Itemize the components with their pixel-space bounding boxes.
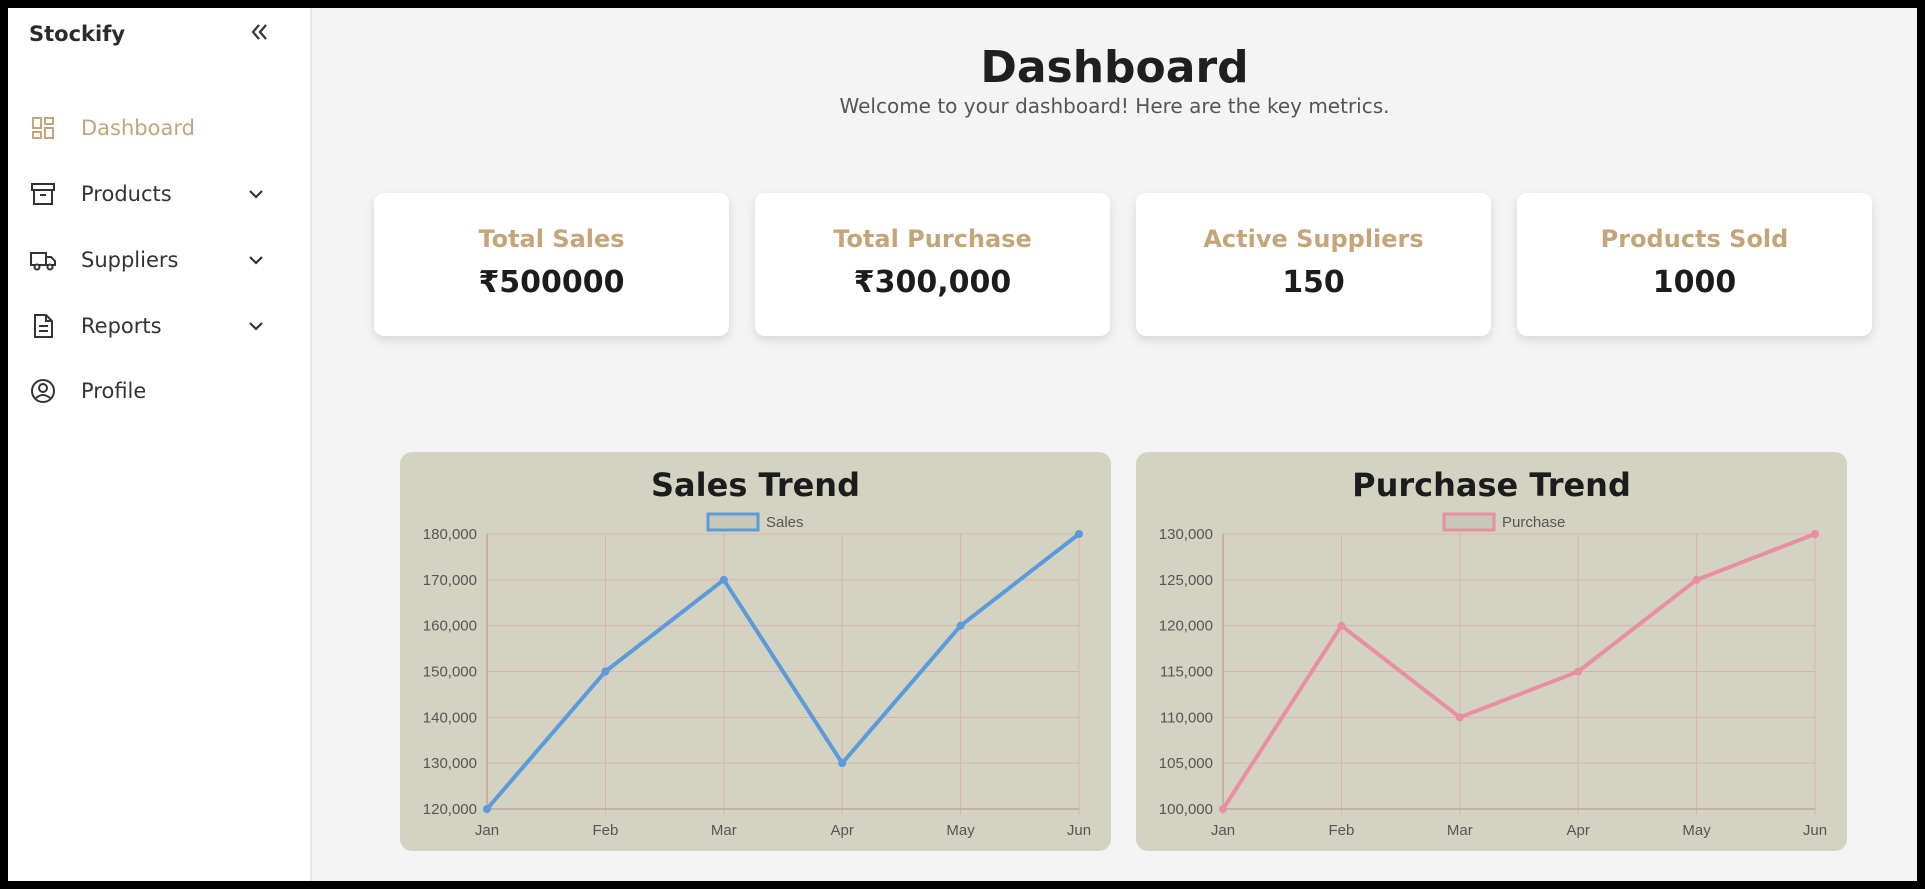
metric-value: ₹300,000 xyxy=(853,265,1012,300)
sales-trend-chart: Sales Trend Sales 180,000 170,000 160,000 15… xyxy=(400,452,1111,851)
y-tick-label: 120,000 xyxy=(1159,618,1213,635)
dashboard-icon xyxy=(32,117,54,139)
y-tick-label: 125,000 xyxy=(1159,572,1213,589)
brand-logo[interactable]: Stockify xyxy=(29,22,125,46)
chevron-down-icon[interactable] xyxy=(245,249,267,271)
x-tick-label: Apr xyxy=(831,822,854,839)
chevron-down-icon[interactable] xyxy=(245,315,267,337)
sidebar-item-label: Dashboard xyxy=(81,116,195,140)
sidebar-item-suppliers[interactable]: Suppliers xyxy=(8,235,310,285)
metric-label: Products Sold xyxy=(1600,225,1789,253)
sidebar-item-products[interactable]: Products xyxy=(8,169,310,219)
y-tick-label: 100,000 xyxy=(1159,801,1213,818)
legend-label: Sales xyxy=(766,514,804,531)
sidebar-item-dashboard[interactable]: Dashboard xyxy=(8,103,310,153)
y-tick-label: 130,000 xyxy=(1159,526,1213,543)
purchase-trend-chart: Purchase Trend Purchase 130,000 125,000 120… xyxy=(1136,452,1847,851)
sidebar-item-label: Suppliers xyxy=(81,248,179,272)
data-point xyxy=(1219,805,1227,813)
page-title: Dashboard xyxy=(980,42,1249,93)
sales-trend-plot: Sales 180,000 170,000 160,000 150,000 140,000… xyxy=(423,512,1091,839)
app-window: Stockify Dashboard Products Suppliers Re… xyxy=(8,8,1917,881)
y-tick-label: 140,000 xyxy=(423,709,477,726)
data-point xyxy=(601,667,610,676)
data-point xyxy=(1811,530,1819,538)
x-tick-label: Jun xyxy=(1067,822,1091,839)
metric-card-products-sold: Products Sold 1000 xyxy=(1517,193,1872,336)
sidebar-item-label: Reports xyxy=(81,314,162,338)
main-content: Dashboard Welcome to your dashboard! Her… xyxy=(312,8,1917,881)
data-point xyxy=(1075,530,1083,538)
document-icon xyxy=(34,314,53,338)
legend-label: Purchase xyxy=(1502,514,1565,531)
purchase-trend-plot: Purchase 130,000 125,000 120,000 115,000 110,… xyxy=(1159,512,1827,839)
x-tick-label: Jan xyxy=(1211,822,1235,839)
y-tick-label: 180,000 xyxy=(423,526,477,543)
x-tick-label: Mar xyxy=(1447,822,1473,839)
y-tick-label: 130,000 xyxy=(423,755,477,772)
x-tick-label: Jun xyxy=(1803,822,1827,839)
data-point xyxy=(1574,667,1583,676)
x-tick-label: Jan xyxy=(475,822,499,839)
data-point xyxy=(719,575,728,584)
x-tick-label: Feb xyxy=(1328,822,1354,839)
y-tick-label: 105,000 xyxy=(1159,755,1213,772)
sidebar-item-profile[interactable]: Profile xyxy=(8,366,310,416)
metric-label: Total Purchase xyxy=(833,225,1032,253)
y-tick-label: 170,000 xyxy=(423,572,477,589)
page-subtitle: Welcome to your dashboard! Here are the … xyxy=(839,94,1390,118)
user-circle-icon xyxy=(31,379,55,403)
double-chevron-left-icon xyxy=(251,24,267,40)
data-point xyxy=(1337,621,1346,630)
x-tick-label: May xyxy=(946,822,975,839)
x-tick-label: Mar xyxy=(711,822,737,839)
sidebar-item-label: Products xyxy=(81,182,172,206)
metric-value: 1000 xyxy=(1652,265,1737,300)
data-point xyxy=(956,621,965,630)
x-tick-label: Apr xyxy=(1567,822,1590,839)
data-point xyxy=(1455,713,1464,722)
metric-label: Total Sales xyxy=(478,225,625,253)
y-tick-label: 160,000 xyxy=(423,618,477,635)
metric-card-total-purchase: Total Purchase ₹300,000 xyxy=(755,193,1110,336)
collapse-sidebar-button[interactable] xyxy=(245,18,273,46)
metric-value: ₹500000 xyxy=(478,265,625,300)
sidebar-item-reports[interactable]: Reports xyxy=(8,301,310,351)
y-tick-label: 120,000 xyxy=(423,801,477,818)
metric-card-active-suppliers: Active Suppliers 150 xyxy=(1136,193,1491,336)
metric-card-total-sales: Total Sales ₹500000 xyxy=(374,193,729,336)
sidebar-item-label: Profile xyxy=(81,379,147,403)
x-tick-label: May xyxy=(1682,822,1711,839)
data-point xyxy=(483,805,491,813)
metric-label: Active Suppliers xyxy=(1203,225,1424,253)
truck-icon xyxy=(30,252,56,271)
legend-swatch xyxy=(1442,512,1496,532)
chevron-down-icon[interactable] xyxy=(245,183,267,205)
data-point xyxy=(838,759,847,768)
sidebar: Stockify Dashboard Products Suppliers Re… xyxy=(8,8,312,881)
archive-box-icon xyxy=(31,183,55,205)
y-tick-label: 115,000 xyxy=(1160,664,1213,681)
legend-swatch xyxy=(706,512,760,532)
metric-value: 150 xyxy=(1282,265,1345,300)
y-tick-label: 110,000 xyxy=(1160,709,1213,726)
x-tick-label: Feb xyxy=(592,822,618,839)
y-tick-label: 150,000 xyxy=(423,664,477,681)
data-point xyxy=(1692,575,1701,584)
